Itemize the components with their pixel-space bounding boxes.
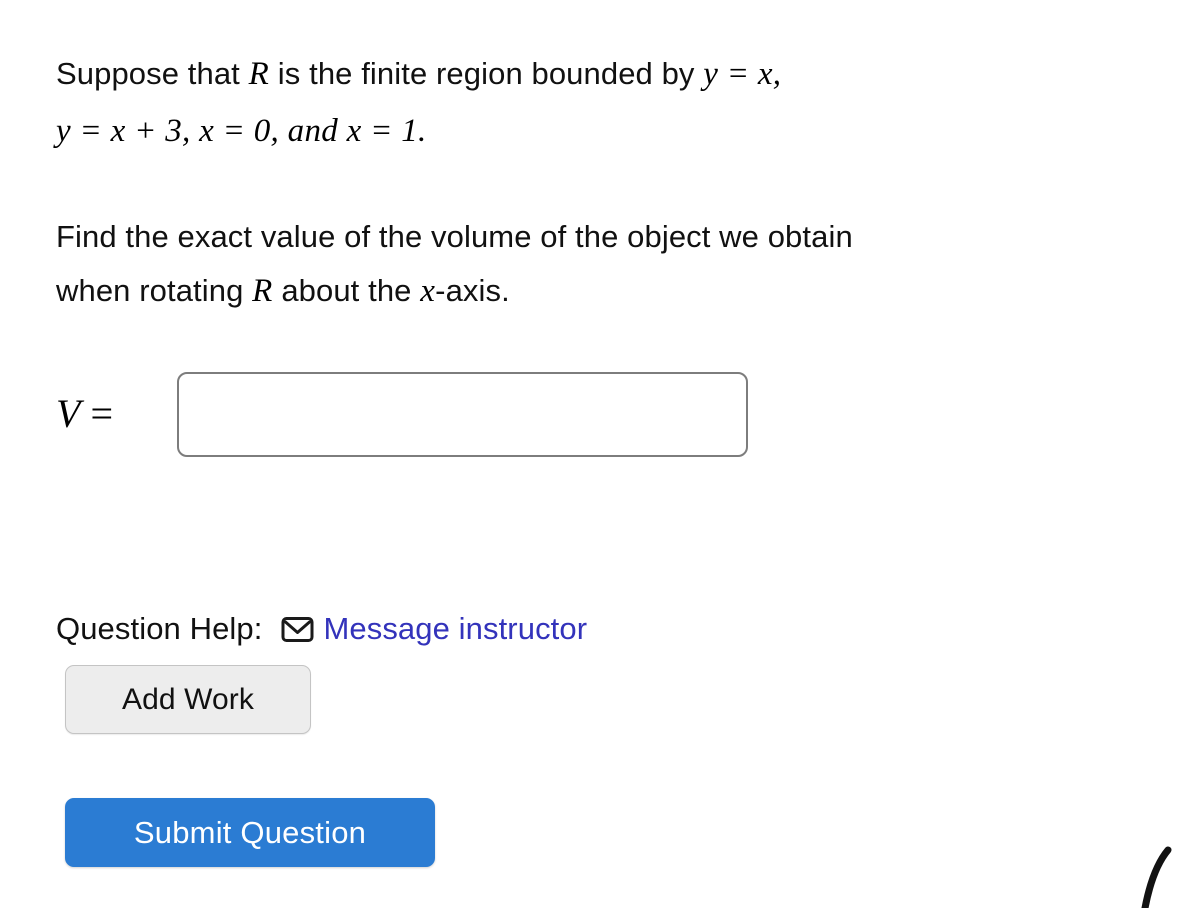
answer-input[interactable] <box>177 371 748 457</box>
message-instructor-label: Message instructor <box>323 611 588 646</box>
math-region-R: R <box>248 56 270 92</box>
math-region-R: R <box>252 273 273 310</box>
math-variable-x: x <box>420 273 436 310</box>
question-help-label: Question Help: <box>56 611 263 646</box>
message-instructor-link[interactable]: Message instructor <box>281 611 587 647</box>
answer-label: V = <box>56 394 177 434</box>
question-page: Suppose that R is the finite region boun… <box>0 0 1200 912</box>
statement-text-part: is the finite region bounded by <box>269 56 704 91</box>
problem-prompt-paragraph: Find the exact value of the volume of th… <box>56 210 1166 320</box>
envelope-icon <box>281 616 314 643</box>
prompt-text-part: when rotating <box>56 273 253 309</box>
prompt-text-line1: Find the exact value of the volume of th… <box>56 219 853 254</box>
statement-text-part: Suppose that <box>56 56 249 91</box>
add-work-button[interactable]: Add Work <box>65 665 311 734</box>
math-equations-line2: y = x + 3, x = 0, and x = 1. <box>56 112 427 149</box>
submit-question-button[interactable]: Submit Question <box>65 798 435 867</box>
answer-variable: V <box>56 391 81 436</box>
question-help-row: Question Help: Message instructor <box>56 606 587 652</box>
prompt-text-part: about the <box>272 273 421 309</box>
math-equation-y-equals-x: y = x, <box>703 56 782 92</box>
prompt-text-part: -axis. <box>435 273 510 309</box>
answer-row: V = <box>56 371 796 457</box>
problem-statement-paragraph: Suppose that R is the finite region boun… <box>56 46 1166 160</box>
equals-sign: = <box>90 391 113 436</box>
cut-off-integral-glyph <box>1112 828 1184 912</box>
